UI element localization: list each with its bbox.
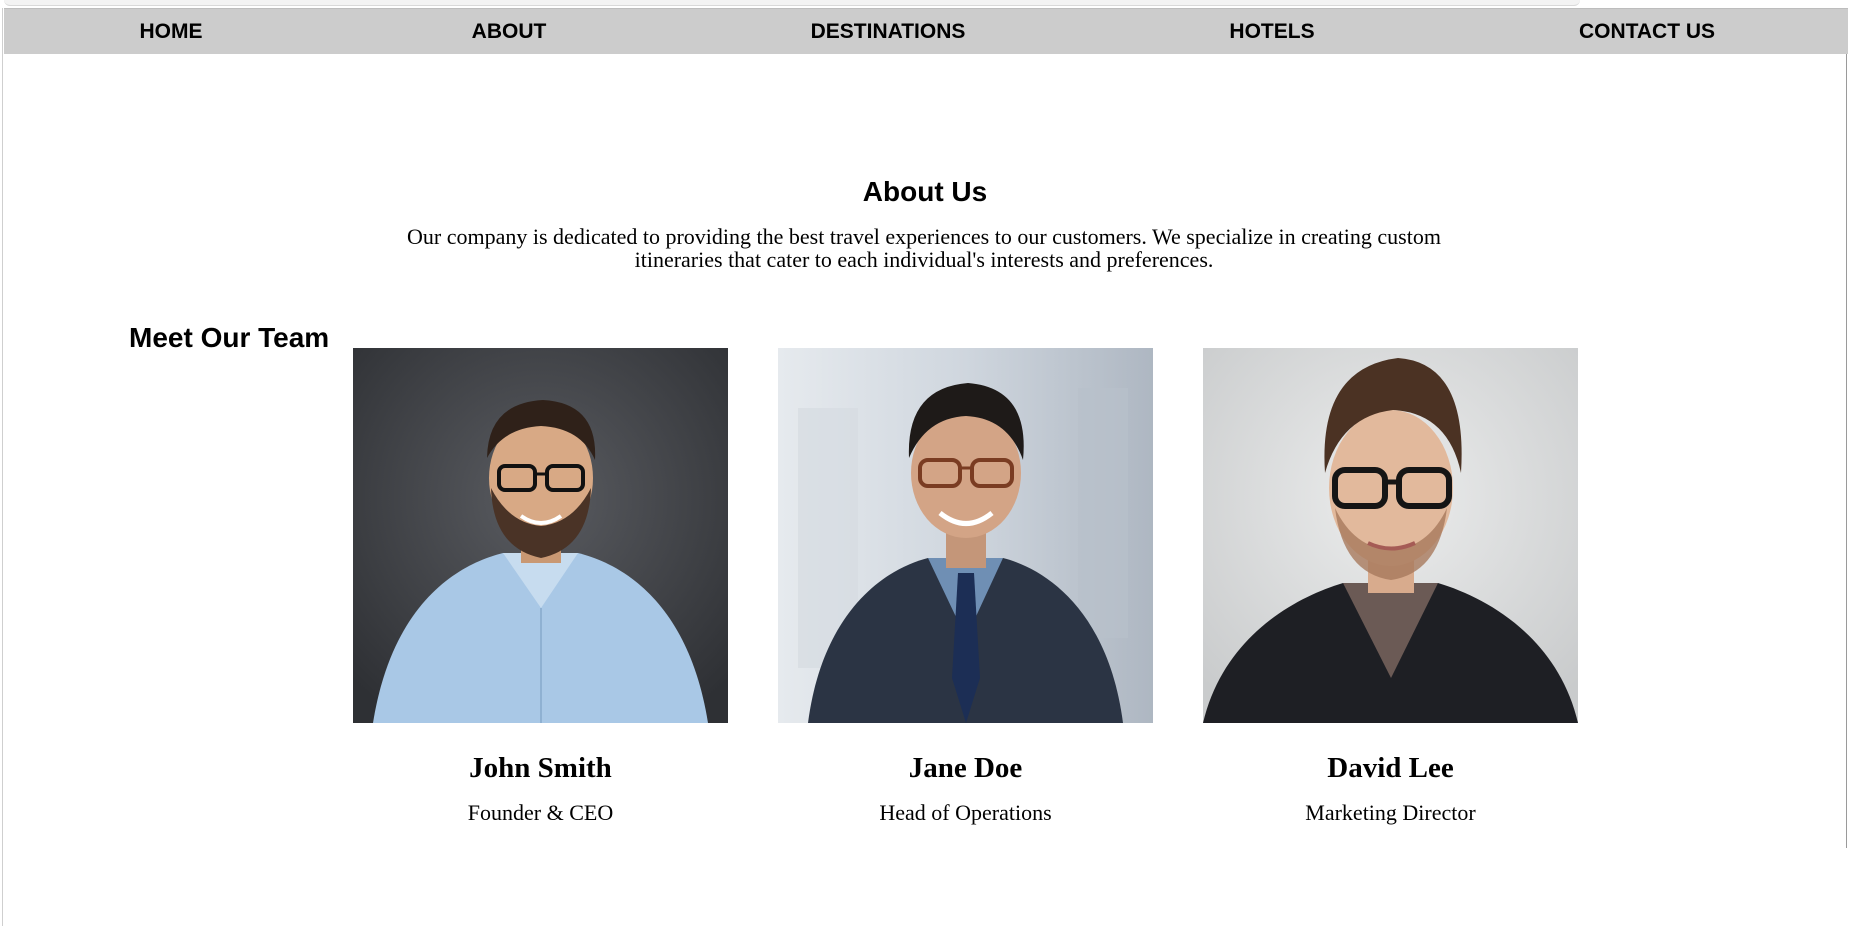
member-role: Founder & CEO [467, 800, 614, 825]
about-description: Our company is dedicated to providing th… [407, 224, 1441, 272]
member-role: Marketing Director [1305, 800, 1476, 825]
team-member-card: Jane Doe Head of Operations [778, 348, 1153, 825]
team-title: Meet Our Team [129, 322, 330, 353]
team-member-photo [353, 348, 728, 723]
scrollbar-edge [1846, 8, 1847, 848]
member-name: Jane Doe [908, 752, 1023, 784]
member-name: David Lee [1327, 752, 1454, 784]
nav-hotels-link[interactable]: HOTELS [1229, 9, 1314, 54]
member-role: Head of Operations [879, 800, 1052, 825]
browser-top-edge [4, 0, 1580, 6]
about-title: About Us [862, 176, 988, 207]
nav-about-link[interactable]: ABOUT [472, 9, 547, 54]
nav-contact-link[interactable]: CONTACT US [1579, 9, 1715, 54]
window-left-edge [2, 8, 3, 926]
nav-home-link[interactable]: HOME [140, 9, 203, 54]
nav-destinations-link[interactable]: DESTINATIONS [811, 9, 966, 54]
team-member-photo [778, 348, 1153, 723]
main-nav: HOME ABOUT DESTINATIONS HOTELS CONTACT U… [4, 8, 1848, 54]
team-member-photo [1203, 348, 1578, 723]
member-name: John Smith [469, 752, 612, 784]
team-member-card: David Lee Marketing Director [1203, 348, 1578, 825]
team-member-card: John Smith Founder & CEO [353, 348, 728, 825]
